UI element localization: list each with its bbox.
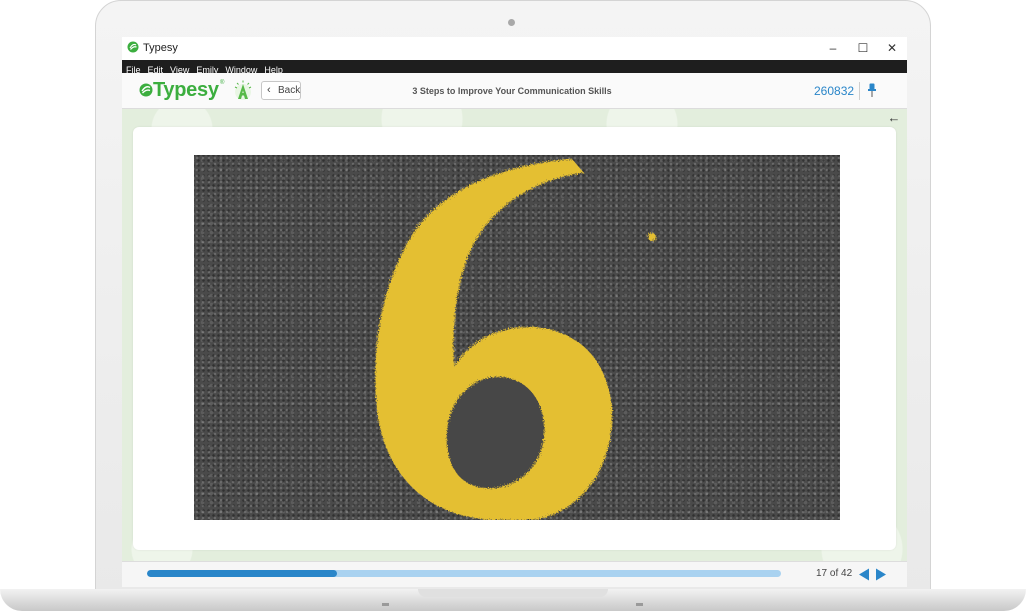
logo-text: Typesy bbox=[153, 79, 219, 101]
laptop-hinge bbox=[418, 589, 608, 597]
chevron-left-icon: ‹ bbox=[267, 84, 271, 96]
window-titlebar: Typesy – ☐ ✕ bbox=[122, 37, 907, 60]
menu-bar: File Edit View Emily Window Help bbox=[122, 60, 907, 75]
triangle-right-icon[interactable] bbox=[875, 568, 887, 581]
slide-card bbox=[133, 127, 896, 550]
toolbar-divider bbox=[859, 82, 860, 100]
back-button[interactable]: ‹ Back bbox=[261, 81, 301, 100]
arrow-left-icon[interactable]: ← bbox=[886, 111, 902, 125]
achievement-badge-icon[interactable] bbox=[233, 80, 253, 102]
triangle-left-icon[interactable] bbox=[858, 568, 870, 581]
lesson-progress-fill bbox=[147, 570, 338, 577]
slide-image bbox=[194, 155, 840, 520]
back-button-label: Back bbox=[278, 85, 301, 96]
maximize-button[interactable]: ☐ bbox=[849, 37, 877, 60]
pin-icon[interactable] bbox=[867, 83, 877, 97]
page-counter: 17 of 42 bbox=[816, 568, 853, 579]
minimize-button[interactable]: – bbox=[819, 37, 847, 60]
typesy-leaf-icon bbox=[139, 83, 153, 97]
close-button[interactable]: ✕ bbox=[878, 37, 906, 60]
app-window: Typesy – ☐ ✕ File Edit View Emily Window Help… bbox=[122, 37, 907, 587]
window-title: Typesy bbox=[143, 42, 178, 54]
logo-registered-mark: ® bbox=[220, 80, 225, 86]
painted-number-graphic bbox=[375, 159, 656, 520]
camera-icon bbox=[508, 19, 515, 26]
typesy-leaf-icon bbox=[127, 41, 139, 53]
points-counter[interactable]: 260832 bbox=[814, 84, 854, 98]
lesson-title: 3 Steps to Improve Your Communication Sk… bbox=[412, 86, 612, 96]
lesson-footer: 17 of 42 bbox=[122, 561, 907, 587]
laptop-foot bbox=[636, 603, 643, 606]
app-toolbar: Typesy ® ‹ Back 3 Steps to Improve Your … bbox=[122, 73, 907, 109]
lesson-progress-bar bbox=[147, 570, 781, 577]
laptop-foot bbox=[382, 603, 389, 606]
